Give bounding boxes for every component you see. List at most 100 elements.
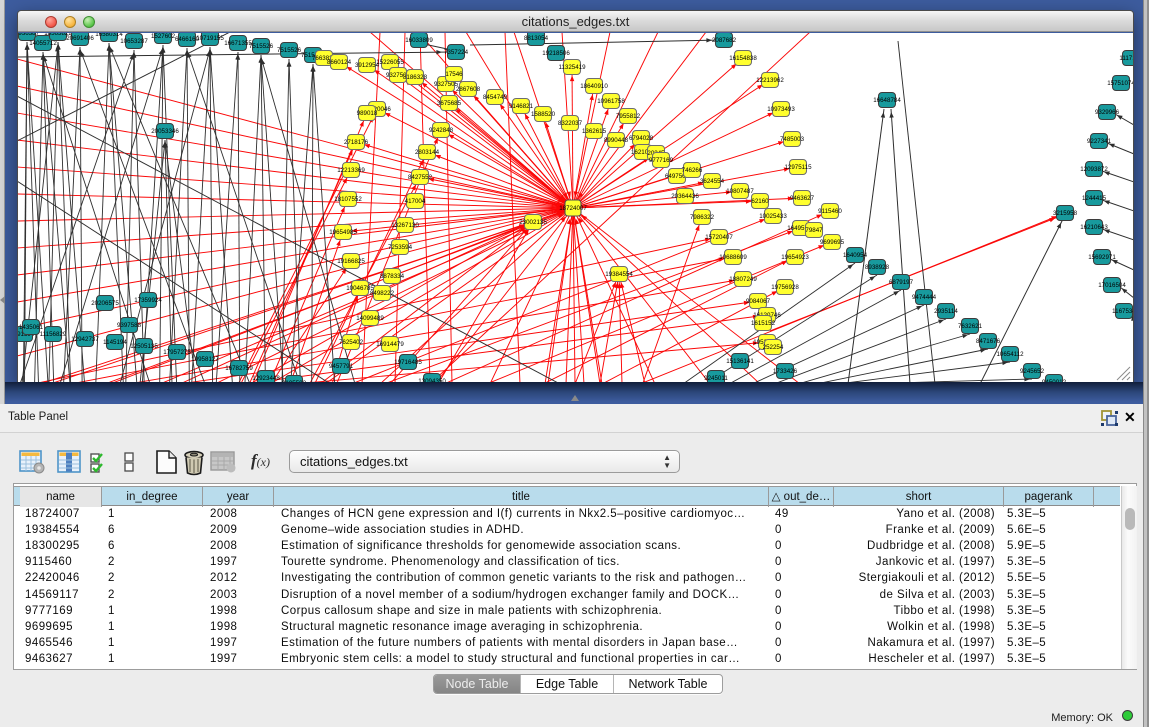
svg-text:9084067: 9084067	[746, 298, 771, 305]
svg-text:10654112: 10654112	[996, 351, 1024, 358]
svg-text:7625402: 7625402	[339, 339, 364, 346]
svg-text:7955812: 7955812	[616, 113, 641, 120]
svg-text:16914479: 16914479	[376, 341, 404, 348]
svg-text:7357224: 7357224	[444, 49, 469, 56]
svg-text:8427552: 8427552	[408, 174, 433, 181]
svg-text:2718176: 2718176	[344, 139, 369, 146]
svg-text:9245652: 9245652	[1020, 368, 1045, 375]
svg-text:10653287: 10653287	[120, 38, 148, 45]
svg-text:18640910: 18640910	[580, 83, 608, 90]
svg-text:13267130: 13267130	[391, 222, 419, 229]
svg-text:15751074: 15751074	[1107, 80, 1133, 87]
svg-text:9457791: 9457791	[329, 363, 354, 370]
svg-text:2867608: 2867608	[456, 86, 481, 93]
svg-text:9329966: 9329966	[1095, 109, 1120, 116]
svg-text:1362615: 1362615	[582, 128, 607, 135]
svg-text:7253594: 7253594	[388, 244, 413, 251]
svg-text:8660124: 8660124	[327, 59, 352, 66]
svg-text:8813054: 8813054	[524, 35, 549, 42]
svg-text:8878334: 8878334	[380, 273, 405, 280]
svg-text:19756928: 19756928	[771, 284, 799, 291]
svg-text:15692971: 15692971	[1088, 254, 1116, 261]
svg-text:9463627: 9463627	[790, 195, 815, 202]
svg-text:9227341: 9227341	[1087, 138, 1112, 145]
svg-text:8322037: 8322037	[558, 120, 583, 127]
svg-text:9242848: 9242848	[429, 127, 454, 134]
svg-text:7515526: 7515526	[249, 43, 274, 50]
svg-text:7986322: 7986322	[690, 214, 715, 221]
svg-text:14099489: 14099489	[356, 315, 384, 322]
svg-text:10688609: 10688609	[719, 254, 747, 261]
svg-text:16782759: 16782759	[225, 365, 253, 372]
svg-text:20206575: 20206575	[91, 300, 119, 307]
svg-text:9699695: 9699695	[820, 239, 845, 246]
svg-text:15226055: 15226055	[376, 59, 404, 66]
svg-text:18107552: 18107552	[334, 196, 362, 203]
svg-text:14055712: 14055712	[29, 40, 57, 47]
svg-text:17546: 17546	[445, 71, 463, 78]
svg-text:20053346: 20053346	[151, 128, 179, 135]
svg-text:989018: 989018	[357, 110, 378, 117]
svg-text:19654985: 19654985	[329, 229, 357, 236]
svg-text:62160: 62160	[751, 198, 769, 205]
svg-text:16580314: 16580314	[95, 33, 123, 38]
svg-text:3675685: 3675685	[437, 100, 462, 107]
svg-text:8938928: 8938928	[865, 264, 890, 271]
svg-text:1615152: 1615152	[751, 320, 776, 327]
svg-text:7632621: 7632621	[958, 323, 983, 330]
svg-text:12942737: 12942737	[71, 336, 99, 343]
svg-text:12505135: 12505135	[130, 343, 158, 350]
svg-text:8498222: 8498222	[370, 290, 395, 297]
svg-text:17016504: 17016504	[1098, 282, 1126, 289]
svg-text:15136141: 15136141	[726, 358, 754, 365]
svg-text:1640954: 1640954	[843, 252, 868, 259]
svg-text:9146821: 9146821	[509, 103, 534, 110]
svg-text:9327505: 9327505	[434, 81, 459, 88]
svg-text:10973493: 10973493	[767, 106, 795, 113]
svg-text:16154838: 16154838	[729, 55, 757, 62]
svg-text:16648784: 16648784	[873, 97, 901, 104]
svg-text:1527602: 1527602	[151, 33, 176, 40]
svg-text:19716485: 19716485	[394, 359, 422, 366]
svg-text:9777169: 9777169	[649, 157, 674, 164]
svg-text:8454749: 8454749	[483, 94, 508, 101]
svg-text:10807487: 10807487	[726, 188, 754, 195]
svg-text:18807249: 18807249	[729, 276, 757, 283]
svg-text:19218506: 19218506	[542, 50, 570, 57]
svg-text:2087682: 2087682	[712, 37, 737, 44]
svg-text:12213369: 12213369	[337, 167, 365, 174]
svg-text:79847: 79847	[805, 227, 823, 234]
svg-text:18724007: 18724007	[559, 205, 587, 212]
svg-text:10961758: 10961758	[597, 98, 625, 105]
svg-text:1167534: 1167534	[1112, 308, 1133, 315]
svg-text:6879197: 6879197	[889, 279, 914, 286]
svg-text:23002135: 23002135	[519, 219, 547, 226]
svg-text:12975115: 12975115	[784, 164, 812, 171]
svg-text:20364436: 20364436	[671, 193, 699, 200]
svg-text:15720407: 15720407	[705, 234, 733, 241]
svg-text:17359924: 17359924	[134, 297, 162, 304]
svg-text:19166825: 19166825	[337, 258, 365, 265]
svg-text:10025433: 10025433	[759, 213, 787, 220]
svg-text:20691406: 20691406	[66, 35, 94, 42]
svg-text:12213962: 12213962	[756, 77, 784, 84]
svg-text:1145194: 1145194	[103, 339, 127, 346]
svg-text:3624554: 3624554	[700, 178, 725, 185]
svg-text:16210643: 16210643	[1080, 224, 1108, 231]
svg-text:746266: 746266	[682, 167, 703, 174]
svg-text:252254: 252254	[763, 344, 784, 351]
svg-text:16033809: 16033809	[405, 37, 433, 44]
svg-text:9474444: 9474444	[912, 294, 937, 301]
svg-text:417004: 417004	[405, 198, 426, 205]
svg-text:1117183: 1117183	[1119, 55, 1133, 62]
svg-text:7485003: 7485003	[780, 136, 805, 143]
svg-text:1244415: 1244415	[1082, 195, 1107, 202]
svg-text:12093872: 12093872	[1080, 166, 1108, 173]
svg-text:10719155: 10719155	[196, 35, 224, 42]
svg-text:1435061: 1435061	[19, 324, 44, 331]
svg-text:8471676: 8471676	[976, 338, 1001, 345]
svg-text:8186328: 8186328	[403, 74, 428, 81]
svg-text:2803144: 2803144	[415, 149, 440, 156]
svg-text:2935114: 2935114	[934, 308, 958, 315]
svg-text:1733426: 1733426	[773, 368, 798, 375]
